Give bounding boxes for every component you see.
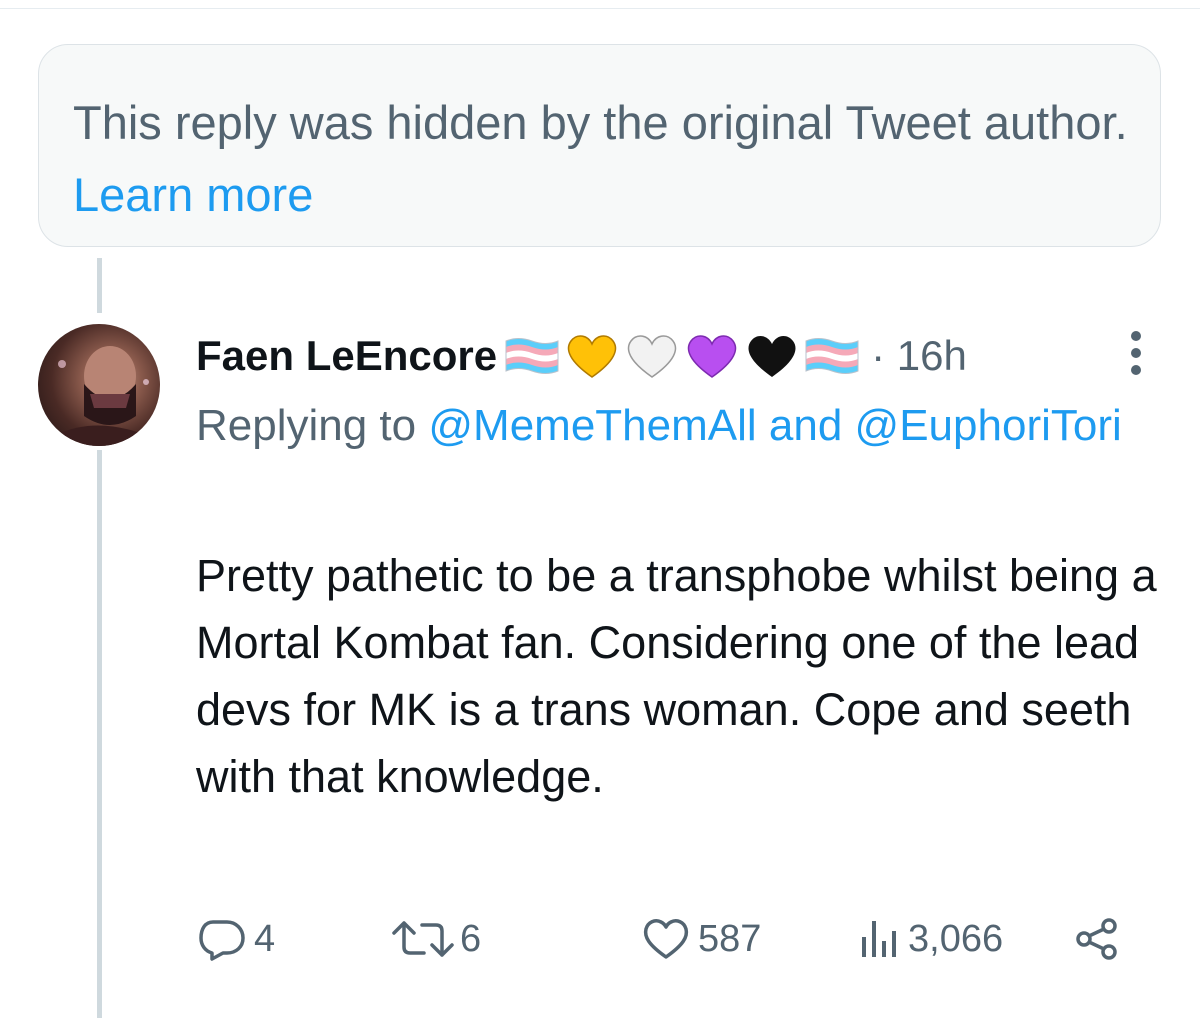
timestamp-value: 16h: [896, 332, 967, 379]
replying-to: Replying to @MemeThemAll and @EuphoriTor…: [196, 394, 1156, 458]
share-icon: [1076, 918, 1117, 960]
replying-to-label: Replying to: [196, 401, 417, 450]
tweet-text: Pretty pathetic to be a transphobe whils…: [196, 550, 1157, 802]
retweet-icon: [392, 921, 454, 957]
mention-euphoritori[interactable]: @EuphoriTori: [855, 401, 1122, 450]
avatar-image: [38, 346, 160, 446]
name-emojis: [503, 331, 863, 381]
hidden-reply-notice: This reply was hidden by the original Tw…: [38, 44, 1161, 247]
tweet-actions: 4 6 587 3,066: [196, 914, 1156, 964]
trans-flag-icon: [505, 338, 559, 374]
views-count: 3,066: [908, 917, 1004, 960]
hidden-reply-text: This reply was hidden by the original Tw…: [73, 87, 1133, 231]
tweet-timestamp[interactable]: · 16h: [871, 332, 967, 380]
more-icon[interactable]: [1124, 328, 1148, 378]
share-button[interactable]: [1072, 914, 1122, 964]
black-heart-icon: [748, 335, 796, 377]
mention-and[interactable]: and: [769, 401, 842, 450]
views-icon: [862, 921, 896, 957]
mention-memethemall[interactable]: @MemeThemAll: [428, 401, 756, 450]
like-button[interactable]: 587: [640, 914, 761, 964]
white-heart-icon: [627, 335, 677, 378]
heart-icon: [643, 919, 689, 959]
retweet-button[interactable]: 6: [388, 914, 481, 964]
tweet-header: Faen LeEncore · 16h: [196, 328, 967, 384]
reply-count: 4: [254, 917, 276, 960]
views-button[interactable]: 3,066: [856, 914, 1003, 964]
learn-more-link[interactable]: Learn more: [73, 168, 313, 221]
reply-button[interactable]: 4: [196, 914, 275, 964]
thread-line: [97, 450, 102, 1018]
thread-line-top: [97, 258, 102, 313]
top-divider: [0, 8, 1200, 9]
purple-heart-icon: [687, 335, 737, 378]
timestamp-separator: ·: [871, 332, 886, 379]
trans-flag-icon: [805, 338, 859, 374]
avatar[interactable]: [38, 324, 160, 446]
like-count: 587: [698, 917, 762, 960]
hidden-reply-message: This reply was hidden by the original Tw…: [73, 96, 1128, 149]
yellow-heart-icon: [567, 335, 617, 378]
display-name[interactable]: Faen LeEncore: [196, 332, 497, 380]
reply-icon: [199, 920, 245, 961]
retweet-count: 6: [460, 917, 482, 960]
